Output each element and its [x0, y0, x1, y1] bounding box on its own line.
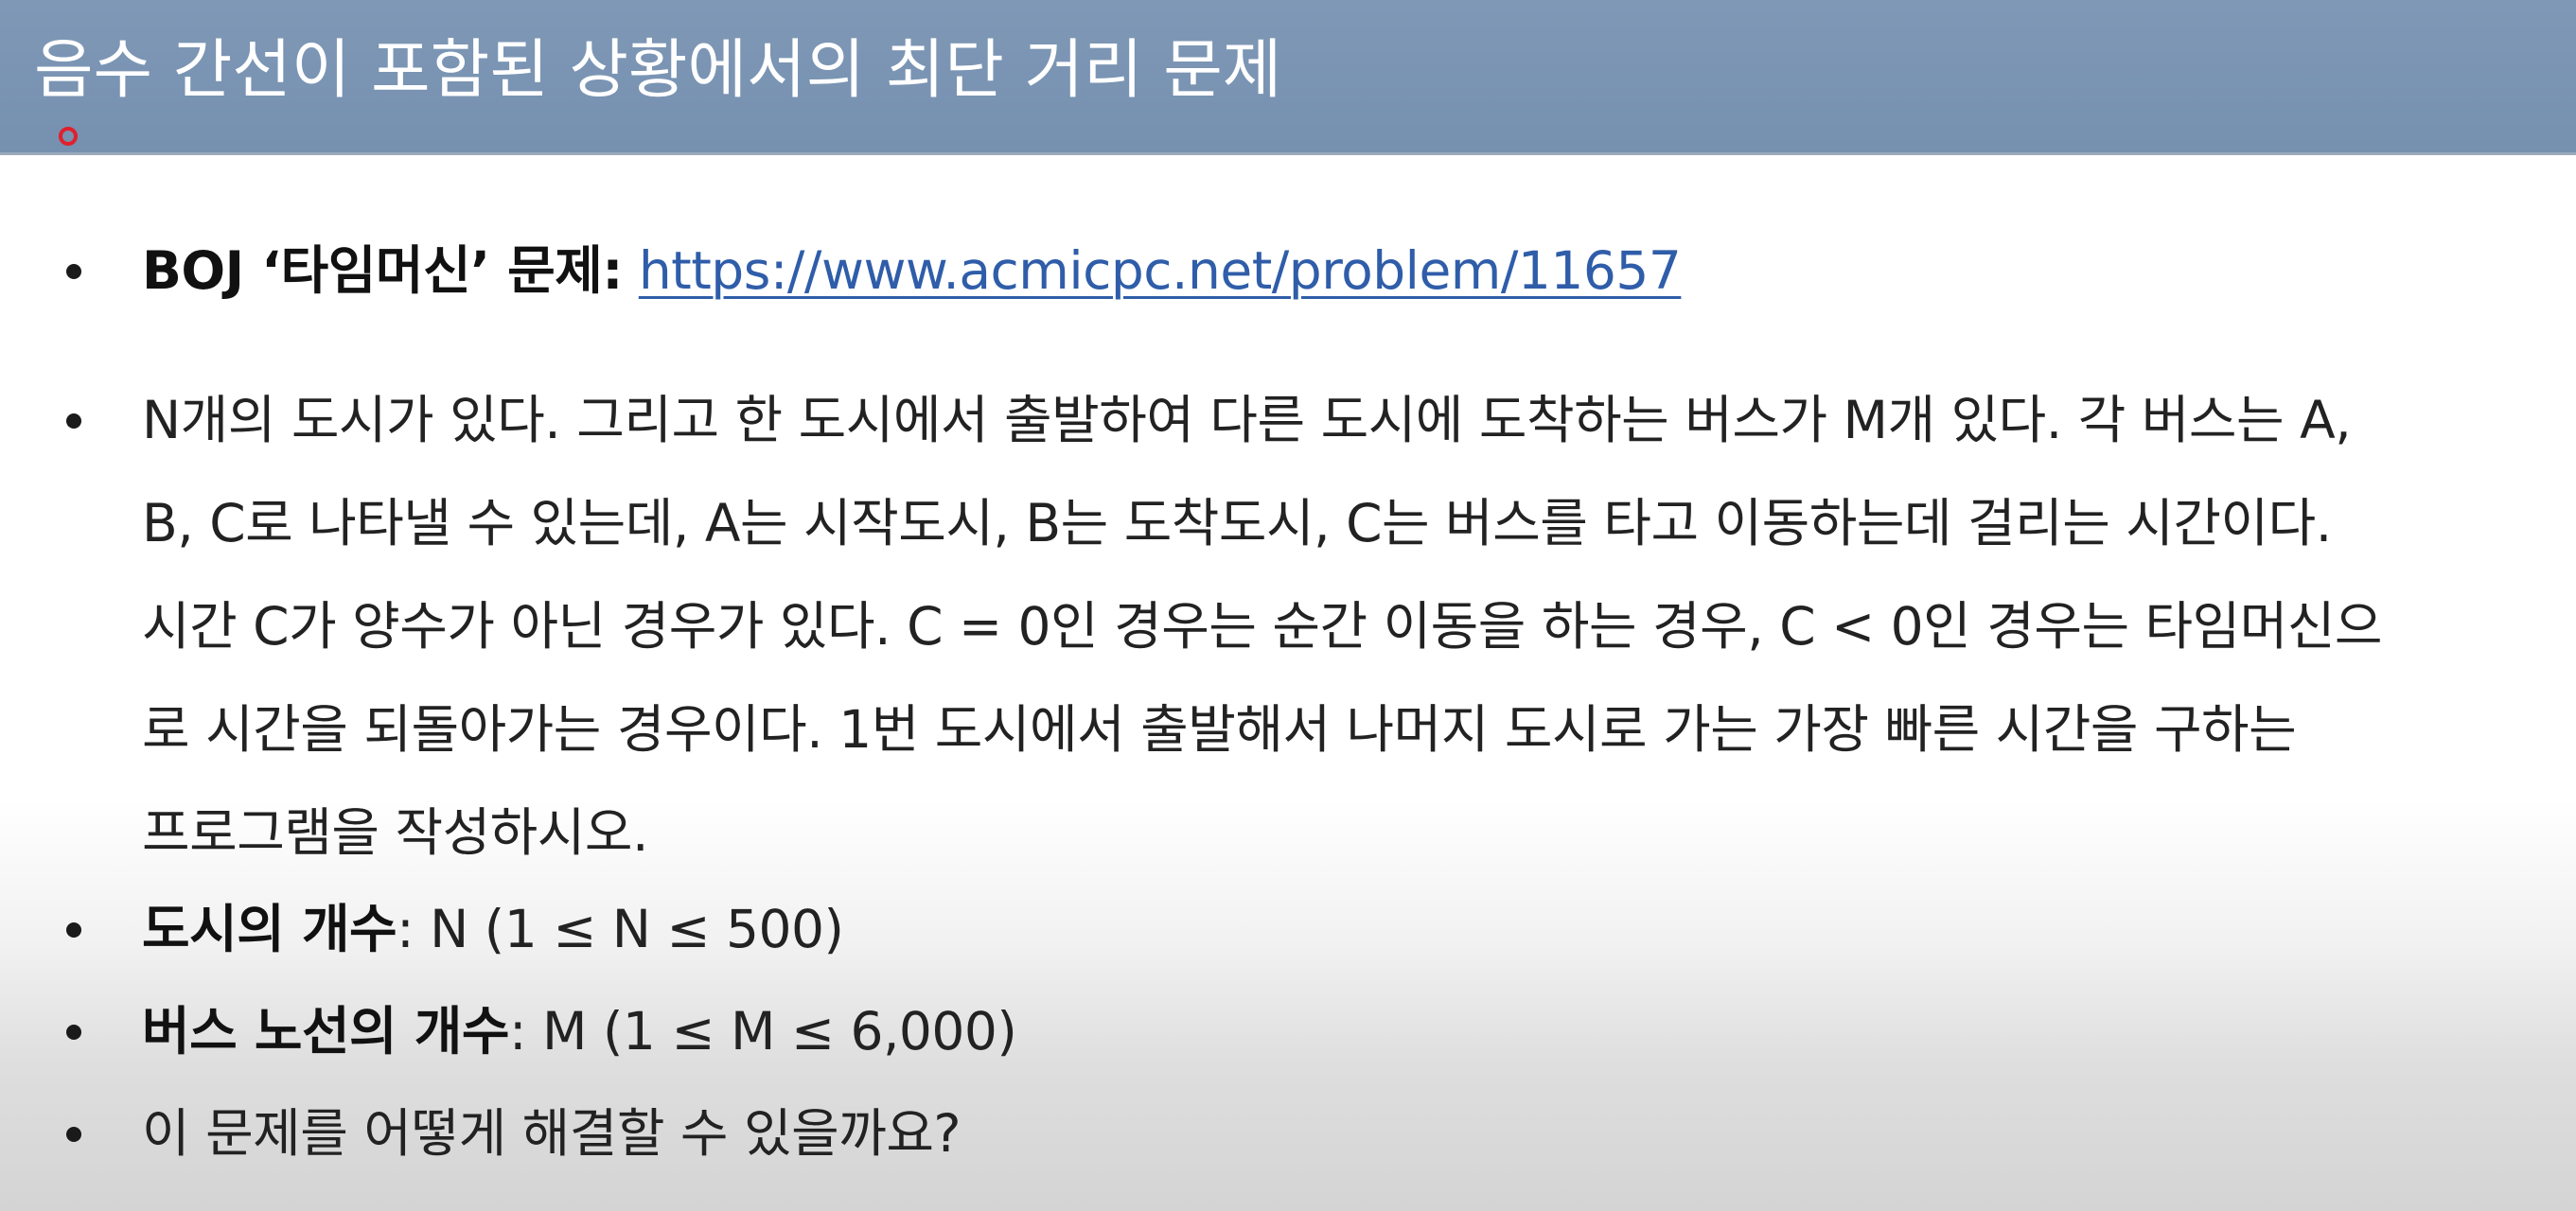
bullet-dot-icon [66, 1127, 81, 1142]
city-count-text: 도시의 개수: N (1 ≤ N ≤ 500) [142, 878, 2508, 981]
bullet-list: BOJ ‘타임머신’ 문제: https://www.acmicpc.net/p… [0, 0, 2576, 1211]
description-line-2: B, C로 나타낼 수 있는데, A는 시작도시, B는 도착도시, C는 버스… [142, 493, 2332, 553]
city-count-value: : N (1 ≤ N ≤ 500) [397, 899, 844, 959]
description-line-1: N개의 도시가 있다. 그리고 한 도시에서 출발하여 다른 도시에 도착하는 … [142, 390, 2352, 450]
question-text: 이 문제를 어떻게 해결할 수 있을까요? [142, 1103, 962, 1164]
boj-label: BOJ ‘타임머신’ 문제: [142, 240, 623, 301]
bullet-dot-icon [66, 1025, 81, 1040]
description-paragraph: N개의 도시가 있다. 그리고 한 도시에서 출발하여 다른 도시에 도착하는 … [142, 369, 2508, 885]
bullet-dot-icon [66, 264, 81, 279]
city-count-label: 도시의 개수 [142, 899, 397, 959]
bus-count-text: 버스 노선의 개수: M (1 ≤ M ≤ 6,000) [142, 980, 2508, 1083]
bullet-boj-text: BOJ ‘타임머신’ 문제: https://www.acmicpc.net/p… [142, 219, 2508, 323]
bus-count-label: 버스 노선의 개수 [142, 1001, 510, 1062]
description-line-3: 시간 C가 양수가 아닌 경우가 있다. C = 0인 경우는 순간 이동을 하… [142, 596, 2383, 657]
bullet-dot-icon [66, 922, 81, 938]
boj-problem-link[interactable]: https://www.acmicpc.net/problem/11657 [639, 240, 1682, 301]
bullet-dot-icon [66, 413, 81, 429]
description-line-5: 프로그램을 작성하시오. [142, 802, 648, 863]
description-line-4: 로 시간을 되돌아가는 경우이다. 1번 도시에서 출발해서 나머지 도시로 가… [142, 699, 2297, 760]
bus-count-value: : M (1 ≤ M ≤ 6,000) [509, 1001, 1017, 1062]
